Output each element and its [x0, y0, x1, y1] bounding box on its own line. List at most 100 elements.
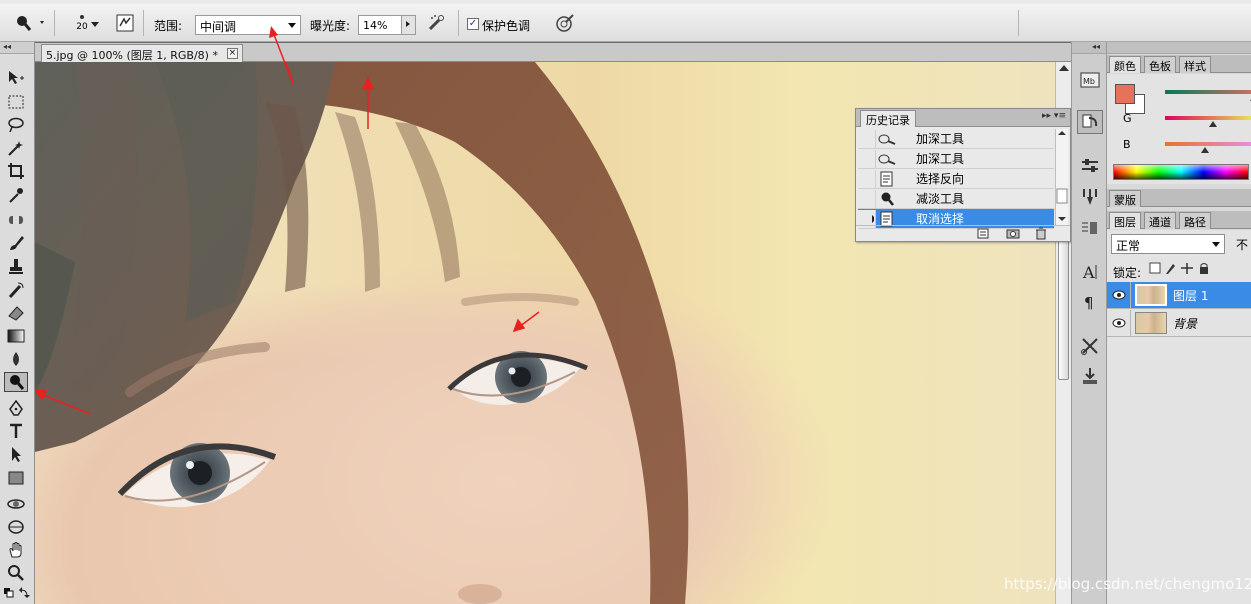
pen-tool[interactable] [4, 398, 28, 418]
eyedropper-tool[interactable] [4, 185, 28, 205]
history-item[interactable]: 加深工具 [858, 149, 1054, 169]
history-dock-button[interactable] [1077, 110, 1103, 134]
minibridge-button[interactable]: Mb [1077, 68, 1103, 92]
history-brush-tool[interactable] [4, 280, 28, 300]
crop-tool[interactable] [4, 161, 28, 181]
history-tab[interactable]: 历史记录 [860, 110, 916, 127]
tab-layers[interactable]: 图层 [1109, 212, 1141, 229]
tools-dock-button[interactable] [1077, 334, 1103, 358]
paragraph-dock-button[interactable]: ¶ [1077, 290, 1103, 314]
panel-menu-icon[interactable]: ▸▸ ▾≡ [1042, 111, 1066, 121]
spot-healing-tool[interactable] [4, 210, 28, 230]
lock-options[interactable] [1149, 262, 1211, 276]
protect-tones-checkbox[interactable]: ✓ [467, 18, 479, 30]
history-scrollbar[interactable] [1055, 129, 1068, 225]
dodge-tool-icon [881, 192, 894, 206]
foreground-color-swatch[interactable] [1115, 84, 1135, 104]
zoom-tool[interactable] [4, 563, 28, 583]
brush-tool[interactable] [4, 233, 28, 253]
slider-knob-icon[interactable] [1209, 121, 1217, 127]
chevron-down-icon [1212, 242, 1220, 247]
new-document-from-state-icon[interactable] [976, 227, 990, 240]
visibility-toggle[interactable] [1107, 281, 1131, 309]
exposure-label: 曝光度: [310, 19, 351, 33]
quick-selection-tool[interactable] [4, 138, 28, 158]
pen-icon [9, 399, 23, 416]
trash-icon[interactable] [1034, 227, 1048, 240]
color-panel: R G B [1107, 74, 1251, 184]
blur-tool[interactable] [4, 349, 28, 369]
layer-row-selected[interactable]: 图层 1 [1107, 281, 1251, 309]
snapshot-source-box[interactable] [858, 169, 876, 188]
green-channel-slider[interactable]: G [1113, 112, 1251, 127]
3d-dock-button[interactable] [1077, 364, 1103, 388]
lasso-tool[interactable] [4, 115, 28, 135]
snapshot-source-box[interactable] [858, 129, 876, 148]
adjustments-dock-button[interactable] [1077, 154, 1103, 178]
layer-name: 图层 1 [1173, 288, 1209, 303]
brush-presets-icon [1083, 189, 1097, 205]
path-selection-tool[interactable] [4, 444, 28, 464]
svg-text:¶: ¶ [1084, 294, 1094, 312]
panel-collapse-bar[interactable] [1107, 42, 1251, 54]
history-panel: 历史记录 ▸▸ ▾≡ 加深工具 加深工具 选择反向 减淡工具 取消选择 [855, 108, 1071, 242]
snapshot-source-box[interactable] [858, 149, 876, 168]
clone-source-dock-button[interactable] [1077, 216, 1103, 240]
scroll-up-icon[interactable] [1059, 65, 1069, 71]
history-item-label: 减淡工具 [916, 192, 965, 206]
tablet-pressure-button[interactable] [553, 11, 577, 35]
history-item[interactable]: 减淡工具 [858, 189, 1054, 209]
history-item-label: 选择反向 [916, 172, 965, 186]
expand-icon[interactable]: ◂◂ [1072, 42, 1106, 54]
eraser-tool[interactable] [4, 303, 28, 323]
history-item[interactable]: 选择反向 [858, 169, 1054, 189]
type-tool[interactable] [4, 421, 28, 441]
close-icon[interactable]: × [226, 48, 238, 59]
3d-rotate-tool[interactable] [4, 494, 28, 514]
layers-panel: 正常 不 锁定: 图层 1 背景 [1107, 230, 1251, 604]
tab-swatches[interactable]: 色板 [1144, 56, 1176, 73]
camera-snapshot-icon[interactable] [1006, 227, 1020, 240]
tab-paths[interactable]: 路径 [1179, 212, 1211, 229]
tab-color[interactable]: 颜色 [1109, 56, 1141, 73]
airbrush-button[interactable] [426, 11, 448, 35]
separator [1018, 10, 1019, 36]
clone-stamp-tool[interactable] [4, 256, 28, 276]
tab-styles[interactable]: 样式 [1179, 56, 1211, 73]
gradient-tool[interactable] [4, 326, 28, 346]
dodge-tool[interactable] [4, 372, 28, 392]
clone-source-icon [1082, 222, 1097, 234]
color-spectrum-ramp[interactable] [1113, 164, 1249, 180]
marquee-tool[interactable] [4, 92, 28, 112]
collapse-icon[interactable]: ◂◂ [0, 42, 34, 54]
exposure-slider-toggle[interactable] [401, 16, 415, 34]
tab-masks[interactable]: 蒙版 [1109, 190, 1141, 207]
history-icon [1082, 114, 1098, 128]
history-panel-header: 历史记录 ▸▸ ▾≡ [856, 109, 1070, 127]
brush-presets-dock-button[interactable] [1077, 185, 1103, 209]
shape-tool[interactable] [4, 468, 28, 488]
blend-mode-value: 正常 [1116, 239, 1141, 253]
color-swatches[interactable] [3, 586, 31, 604]
tab-channels[interactable]: 通道 [1144, 212, 1176, 229]
3d-orbit-tool[interactable] [4, 517, 28, 537]
tool-preset-picker[interactable] [10, 11, 48, 35]
blend-mode-select[interactable]: 正常 [1111, 234, 1225, 254]
layer-row[interactable]: 背景 [1107, 309, 1251, 337]
history-item[interactable]: 加深工具 [858, 129, 1054, 149]
visibility-toggle[interactable] [1107, 309, 1131, 337]
snapshot-source-box[interactable] [858, 189, 876, 208]
document-tab[interactable]: 5.jpg @ 100% (图层 1, RGB/8) * × [41, 44, 243, 62]
lock-pixels-icon [1166, 264, 1175, 274]
exposure-input[interactable]: 14% [358, 15, 416, 35]
move-tool[interactable] [4, 68, 28, 88]
slider-knob-icon[interactable] [1201, 147, 1209, 153]
hand-tool[interactable] [4, 540, 28, 560]
brush-dropdown-icon[interactable] [91, 22, 99, 28]
adjustments-icon [1082, 159, 1098, 172]
paragraph-icon: ¶ [1084, 294, 1094, 312]
history-footer [856, 225, 1070, 241]
brush-panel-button[interactable] [114, 11, 136, 35]
character-dock-button[interactable]: A [1077, 260, 1103, 284]
blue-channel-slider[interactable]: B [1113, 138, 1251, 153]
